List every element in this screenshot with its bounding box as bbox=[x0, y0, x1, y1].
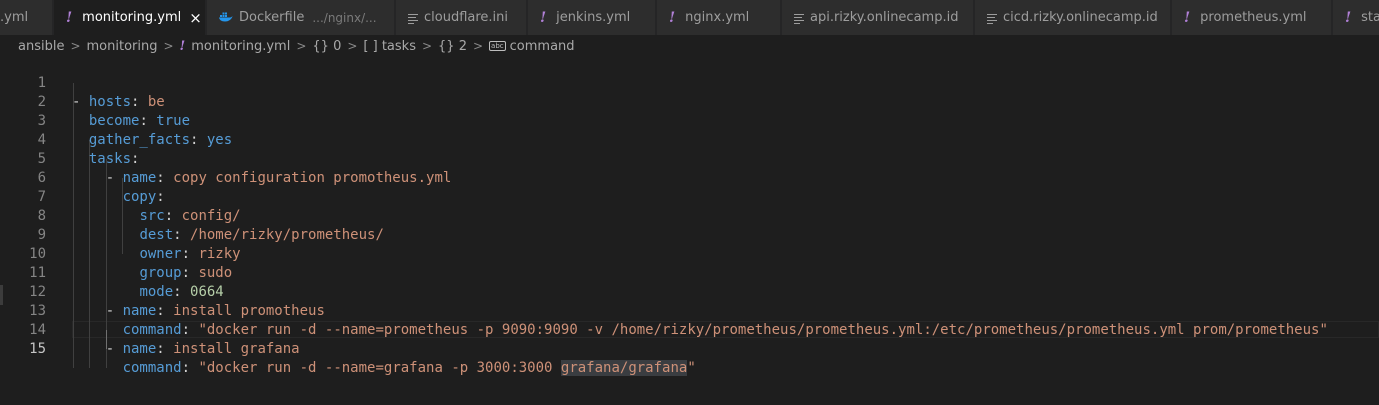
close-icon[interactable]: × bbox=[189, 9, 202, 27]
line-content: command: "docker run -d --name=grafana -… bbox=[122, 360, 696, 376]
chevron-right-icon: > bbox=[472, 39, 484, 53]
code-line: 5 - name: copy configuration promotheus.… bbox=[0, 131, 1379, 186]
breadcrumb-folder-ansible[interactable]: ansible bbox=[18, 39, 64, 54]
chevron-right-icon: > bbox=[296, 39, 307, 53]
code-line: 6 copy: bbox=[0, 150, 1379, 205]
tab-yml-partial[interactable]: .yml bbox=[0, 0, 53, 35]
tab-nginx-yml[interactable]: ! nginx.yml bbox=[657, 0, 781, 35]
code-line: 12 - name: install promotheus bbox=[0, 264, 1379, 319]
code-editor[interactable]: 1 - hosts: be 2 become: true 3 gather_fa… bbox=[0, 55, 1379, 405]
text-lines-icon bbox=[987, 13, 997, 24]
code-line: 11 mode: 0664 bbox=[0, 245, 1379, 300]
breadcrumb-array-tasks[interactable]: [ ] tasks bbox=[363, 39, 416, 54]
string-property-icon: abc bbox=[489, 41, 506, 51]
yaml-icon: ! bbox=[66, 9, 73, 26]
chevron-right-icon: > bbox=[163, 39, 174, 53]
selection-highlight: grafana/grafana bbox=[560, 360, 688, 376]
tab-label: nginx.yml bbox=[685, 10, 750, 25]
code-line: 2 become: true bbox=[0, 74, 1379, 129]
breadcrumb: ansible > monitoring > ! monitoring.yml … bbox=[18, 36, 575, 56]
tab-label: .yml bbox=[0, 10, 29, 25]
code-line: 10 group: sudo bbox=[0, 226, 1379, 281]
code-line: 14 - name: install grafana bbox=[0, 302, 1379, 357]
tab-label: prometheus.yml bbox=[1200, 10, 1307, 25]
code-line-current: 15 command: "docker run -d --name=grafan… bbox=[0, 321, 1379, 376]
code-line: 8 dest: /home/rizky/prometheus/ bbox=[0, 188, 1379, 243]
chevron-right-icon: > bbox=[421, 39, 433, 53]
tab-label: Dockerfile bbox=[239, 10, 305, 25]
breadcrumb-folder-monitoring[interactable]: monitoring bbox=[87, 39, 158, 54]
code-line: 9 owner: rizky bbox=[0, 207, 1379, 262]
yaml-icon: ! bbox=[1345, 9, 1352, 26]
tab-label: cloudflare.ini bbox=[424, 10, 509, 25]
tab-api-rizky[interactable]: api.rizky.onlinecamp.id bbox=[782, 0, 974, 35]
tab-description: .../nginx/... bbox=[312, 10, 377, 25]
code-line: 7 src: config/ bbox=[0, 169, 1379, 224]
code-line: 4 tasks: bbox=[0, 112, 1379, 167]
text-lines-icon bbox=[794, 13, 804, 24]
chevron-right-icon: > bbox=[347, 39, 358, 53]
breadcrumb-object-2[interactable]: {} 2 bbox=[438, 39, 467, 54]
docker-icon bbox=[219, 11, 233, 25]
yaml-icon: ! bbox=[179, 38, 186, 54]
tab-cicd-rizky[interactable]: cicd.rizky.onlinecamp.id bbox=[975, 0, 1171, 35]
tab-label: sta bbox=[1361, 10, 1379, 25]
yaml-icon: ! bbox=[1184, 9, 1191, 26]
line-number: 15 bbox=[29, 341, 46, 357]
tab-prometheus-yml[interactable]: ! prometheus.yml bbox=[1172, 0, 1332, 35]
line-content: - name: install grafana bbox=[72, 341, 300, 357]
tab-cloudflare-ini[interactable]: cloudflare.ini bbox=[396, 0, 527, 35]
tab-partial-sta[interactable]: ! sta bbox=[1333, 0, 1379, 35]
yaml-icon: ! bbox=[669, 9, 676, 26]
chevron-right-icon: > bbox=[70, 39, 81, 53]
tab-jenkins-yml[interactable]: ! jenkins.yml bbox=[528, 0, 656, 35]
tab-label: monitoring.yml bbox=[82, 10, 182, 25]
tab-dockerfile[interactable]: Dockerfile .../nginx/... bbox=[207, 0, 395, 35]
tab-label: jenkins.yml bbox=[556, 10, 631, 25]
code-line: 3 gather_facts: yes bbox=[0, 93, 1379, 148]
tab-bar: .yml ! monitoring.yml × Dockerfile .../n… bbox=[0, 0, 1379, 35]
tab-monitoring-yml[interactable]: ! monitoring.yml × bbox=[54, 0, 206, 35]
breadcrumb-file[interactable]: monitoring.yml bbox=[191, 39, 290, 54]
text-lines-icon bbox=[408, 13, 418, 24]
breadcrumb-property-command[interactable]: command bbox=[510, 39, 575, 54]
code-line: 1 - hosts: be bbox=[0, 55, 1379, 110]
yaml-icon: ! bbox=[540, 9, 547, 26]
code-line: 13 command: "docker run -d --name=promet… bbox=[0, 283, 1379, 338]
tab-label: api.rizky.onlinecamp.id bbox=[810, 10, 959, 25]
tab-label: cicd.rizky.onlinecamp.id bbox=[1003, 10, 1158, 25]
breadcrumb-object-0[interactable]: {} 0 bbox=[312, 39, 341, 54]
